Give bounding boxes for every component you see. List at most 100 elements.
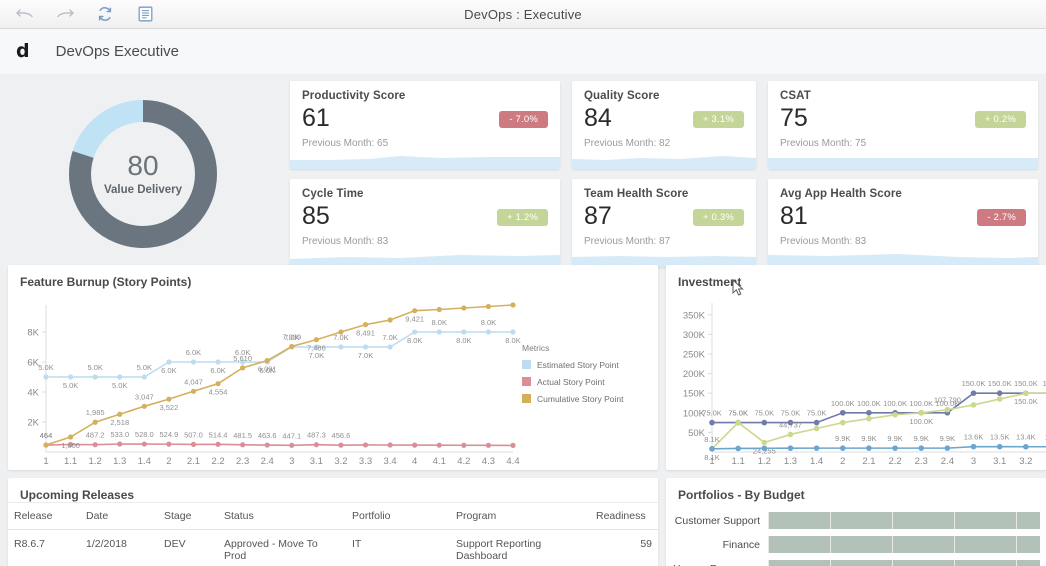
kpi-previous: Previous Month: 87 [584, 236, 671, 247]
table-row[interactable]: R8.6.7 1/2/2018 DEV Approved - Move To P… [8, 530, 658, 566]
cell-readiness: 59 [640, 538, 652, 550]
kpi-previous: Previous Month: 82 [584, 138, 671, 149]
kpi-sparkline [768, 151, 1038, 169]
svg-text:4.3: 4.3 [482, 456, 495, 467]
kpi-sparkline [290, 151, 560, 169]
svg-text:Metrics: Metrics [522, 343, 549, 353]
report-icon[interactable] [134, 3, 156, 25]
svg-text:4: 4 [412, 456, 417, 467]
kpi-previous: Previous Month: 75 [780, 138, 867, 149]
svg-text:Cumulative Story Point: Cumulative Story Point [537, 394, 624, 404]
svg-text:9.9K: 9.9K [940, 434, 955, 443]
portfolio-bar-row[interactable]: Customer Support [672, 510, 1040, 531]
portfolio-bar-gridlines [768, 512, 1040, 529]
svg-text:4,047: 4,047 [184, 377, 203, 386]
svg-text:4,554: 4,554 [209, 388, 228, 397]
svg-text:7.0K: 7.0K [382, 333, 397, 342]
svg-text:13.4K: 13.4K [1016, 433, 1036, 442]
kpi-title: CSAT [780, 90, 811, 102]
svg-text:6.0K: 6.0K [186, 348, 201, 357]
svg-text:507.0: 507.0 [184, 430, 203, 439]
svg-text:8.0K: 8.0K [407, 336, 422, 345]
svg-text:150.0K: 150.0K [1014, 397, 1038, 406]
svg-text:1,985: 1,985 [86, 408, 105, 417]
svg-text:3.1: 3.1 [310, 456, 323, 467]
portfolio-bar-list: Customer Support Finance Human Resources [666, 502, 1046, 566]
portfolio-bar-track [768, 512, 1040, 529]
kpi-card-productivity-score[interactable]: Productivity Score 61 - 7.0% Previous Mo… [290, 81, 560, 169]
svg-text:9,421: 9,421 [405, 315, 424, 324]
svg-text:7,039: 7,039 [282, 332, 301, 341]
svg-text:2.3: 2.3 [915, 456, 928, 467]
kpi-card-cycle-time[interactable]: Cycle Time 85 + 1.2% Previous Month: 83 [290, 179, 560, 267]
kpi-change-badge: + 3.1% [692, 111, 744, 128]
svg-text:3: 3 [289, 456, 294, 467]
col-stage[interactable]: Stage [158, 502, 218, 530]
portfolio-bar-row[interactable]: Human Resources [672, 558, 1040, 566]
donut-label: Value Delivery [104, 184, 182, 196]
table-header-row: Release Date Stage Status Portfolio Prog… [8, 502, 658, 530]
svg-text:350K: 350K [683, 310, 706, 321]
redo-icon[interactable] [54, 3, 76, 25]
svg-text:3.3: 3.3 [359, 456, 372, 467]
svg-text:4.2: 4.2 [457, 456, 470, 467]
kpi-previous: Previous Month: 65 [302, 138, 389, 149]
kpi-change-badge: - 2.7% [977, 209, 1026, 226]
kpi-change-badge: + 1.2% [496, 209, 548, 226]
feature-burnup-title: Feature Burnup (Story Points) [20, 275, 192, 289]
col-portfolio[interactable]: Portfolio [346, 502, 450, 530]
svg-text:8K: 8K [27, 328, 39, 339]
svg-text:250K: 250K [683, 349, 706, 360]
svg-text:75.0K: 75.0K [702, 409, 722, 418]
feature-burnup-chart[interactable]: 2K4K6K8K1 1.1 1.2 1.3 1.4 2 2.1 2.2 2.3 2.4 3 3.1 3.… [8, 289, 658, 470]
svg-text:463.6: 463.6 [258, 431, 277, 440]
kpi-card-quality-score[interactable]: Quality Score 84 + 3.1% Previous Month: … [572, 81, 756, 169]
svg-text:2.4: 2.4 [941, 456, 954, 467]
svg-text:8,491: 8,491 [356, 329, 375, 338]
svg-text:4.4: 4.4 [506, 456, 519, 467]
col-date[interactable]: Date [80, 502, 158, 530]
upcoming-releases-panel: Upcoming Releases Release Date Stage Sta… [8, 478, 658, 566]
refresh-icon[interactable] [94, 3, 116, 25]
svg-text:6.0K: 6.0K [161, 366, 176, 375]
undo-icon[interactable] [14, 3, 36, 25]
portfolio-bar-label: Customer Support [674, 514, 760, 527]
svg-text:2.2: 2.2 [888, 456, 901, 467]
svg-text:3.4: 3.4 [383, 456, 396, 467]
upcoming-releases-title: Upcoming Releases [20, 488, 135, 502]
kpi-card-csat[interactable]: CSAT 75 + 0.2% Previous Month: 75 [768, 81, 1038, 169]
svg-text:Estimated Story Point: Estimated Story Point [537, 360, 619, 370]
svg-text:3,522: 3,522 [160, 403, 179, 412]
portfolio-bar-row[interactable]: Finance [672, 534, 1040, 555]
svg-text:150.0K: 150.0K [962, 379, 986, 388]
investment-chart[interactable]: 50K100K150K200K250K300K350K1 1.1 1.2 1.3 1.4… [666, 289, 1046, 470]
svg-text:107,790: 107,790 [934, 396, 961, 405]
svg-text:4K: 4K [27, 388, 39, 399]
svg-text:514.4: 514.4 [209, 430, 228, 439]
kpi-card-team-health-score[interactable]: Team Health Score 87 + 0.3% Previous Mon… [572, 179, 756, 267]
kpi-title: Productivity Score [302, 90, 406, 102]
svg-text:6,091: 6,091 [258, 365, 277, 374]
svg-text:1.1: 1.1 [64, 456, 77, 467]
kpi-card-avg-app-health-score[interactable]: Avg App Health Score 81 - 2.7% Previous … [768, 179, 1038, 267]
cell-status: Approved - Move To Prod [224, 538, 318, 562]
portfolios-title: Portfolios - By Budget [678, 488, 805, 502]
kpi-sparkline [572, 151, 756, 169]
cell-stage: DEV [164, 538, 186, 550]
col-release[interactable]: Release [8, 502, 80, 530]
svg-text:5,610: 5,610 [233, 354, 252, 363]
svg-text:2.2: 2.2 [211, 456, 224, 467]
svg-text:150.0K: 150.0K [1014, 379, 1038, 388]
cell-portfolio: IT [352, 538, 362, 550]
svg-text:456.6: 456.6 [332, 431, 351, 440]
svg-text:150.0K: 150.0K [988, 379, 1012, 388]
value-delivery-donut[interactable]: 80 Value Delivery [8, 81, 278, 267]
svg-text:13.5K: 13.5K [990, 433, 1010, 442]
svg-text:524.9: 524.9 [160, 430, 179, 439]
svg-text:8.0K: 8.0K [432, 318, 447, 327]
svg-text:1.1: 1.1 [732, 456, 745, 467]
col-program[interactable]: Program [450, 502, 590, 530]
col-readiness[interactable]: Readiness [590, 502, 658, 530]
col-status[interactable]: Status [218, 502, 346, 530]
svg-text:9.9K: 9.9K [914, 434, 929, 443]
